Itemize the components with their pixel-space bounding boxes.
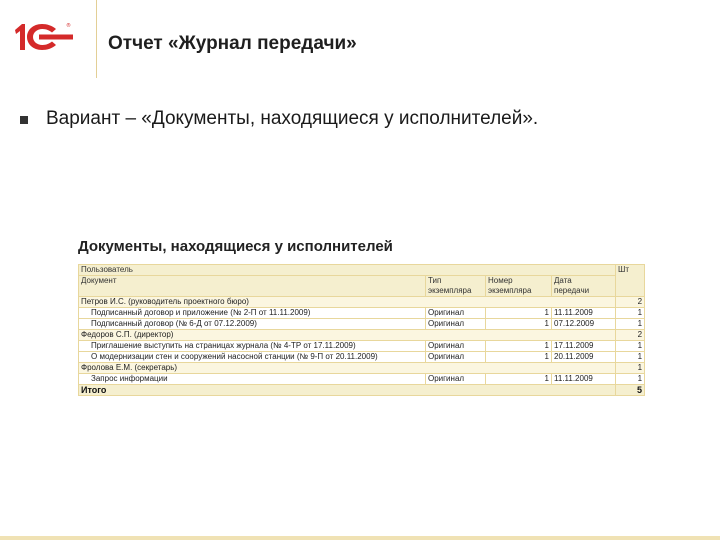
column-header-date: Дата <box>550 275 617 286</box>
document-cell: Подписанный договор (№ 6-Д от 07.12.2009… <box>78 318 426 330</box>
number-cell: 1 <box>485 351 552 363</box>
count-cell: 1 <box>615 318 646 330</box>
table-row: Приглашение выступить на страницах журна… <box>78 340 646 352</box>
count-cell: 1 <box>615 351 646 363</box>
date-cell: 11.11.2009 <box>550 307 617 319</box>
column-header-user: Пользователь <box>77 264 617 276</box>
page-title: Отчет «Журнал передачи» <box>108 33 357 54</box>
1c-logo: ® <box>15 22 73 50</box>
number-cell: 1 <box>485 340 552 352</box>
report-title: Документы, находящиеся у исполнителей <box>78 238 393 255</box>
type-cell: Оригинал <box>425 307 486 319</box>
group-count: 1 <box>615 362 646 374</box>
type-cell: Оригинал <box>425 318 486 330</box>
number-cell: 1 <box>485 318 552 330</box>
total-label: Итого <box>77 384 617 396</box>
group-user: Федоров С.П. (директор) <box>77 329 617 341</box>
total-count: 5 <box>615 384 646 396</box>
footer-stripe <box>0 536 720 540</box>
date-cell: 20.11.2009 <box>550 351 617 363</box>
group-row: Федоров С.П. (директор) 2 <box>77 329 646 341</box>
date-cell: 11.11.2009 <box>550 373 617 385</box>
number-cell: 1 <box>485 307 552 319</box>
type-cell: Оригинал <box>425 340 486 352</box>
column-header-count: Шт <box>615 264 646 297</box>
group-row: Петров И.С. (руководитель проектного бюр… <box>77 296 646 308</box>
count-cell: 1 <box>615 307 646 319</box>
table-row: Подписанный договор (№ 6-Д от 07.12.2009… <box>78 318 646 330</box>
column-header-date-sub: передачи <box>550 286 617 297</box>
report-table: Пользователь Шт Документ Тип Номер Дата … <box>77 264 646 396</box>
document-cell: Приглашение выступить на страницах журна… <box>78 340 426 352</box>
bullet-text: Вариант – «Документы, находящиеся у испо… <box>46 108 539 129</box>
group-count: 2 <box>615 329 646 341</box>
group-count: 2 <box>615 296 646 308</box>
column-header-number-sub: экземпляра <box>485 286 552 297</box>
count-cell: 1 <box>615 373 646 385</box>
document-cell: Подписанный договор и приложение (№ 2-П … <box>78 307 426 319</box>
group-user: Петров И.С. (руководитель проектного бюр… <box>77 296 617 308</box>
bullet-marker <box>20 116 28 124</box>
group-user: Фролова Е.М. (секретарь) <box>77 362 617 374</box>
type-cell: Оригинал <box>425 373 486 385</box>
header-row-document: Документ Тип Номер Дата <box>78 275 645 297</box>
header-row-user: Пользователь Шт <box>77 264 646 297</box>
svg-text:®: ® <box>66 22 71 29</box>
count-cell: 1 <box>615 340 646 352</box>
column-header-type: Тип <box>425 275 486 286</box>
header-divider <box>96 0 97 78</box>
document-cell: О модернизации стен и сооружений насосно… <box>78 351 426 363</box>
report-panel: Документы, находящиеся у исполнителей По… <box>77 236 646 396</box>
total-row: Итого 5 <box>77 384 646 396</box>
document-cell: Запрос информации <box>78 373 426 385</box>
type-cell: Оригинал <box>425 351 486 363</box>
table-row: Запрос информации Оригинал 1 11.11.2009 … <box>78 373 646 385</box>
date-cell: 07.12.2009 <box>550 318 617 330</box>
column-header-document: Документ <box>78 275 426 297</box>
group-row: Фролова Е.М. (секретарь) 1 <box>77 362 646 374</box>
column-header-number: Номер <box>485 275 552 286</box>
table-row: Подписанный договор и приложение (№ 2-П … <box>78 307 646 319</box>
table-row: О модернизации стен и сооружений насосно… <box>78 351 646 363</box>
date-cell: 17.11.2009 <box>550 340 617 352</box>
number-cell: 1 <box>485 373 552 385</box>
column-header-type-sub: экземпляра <box>425 286 486 297</box>
